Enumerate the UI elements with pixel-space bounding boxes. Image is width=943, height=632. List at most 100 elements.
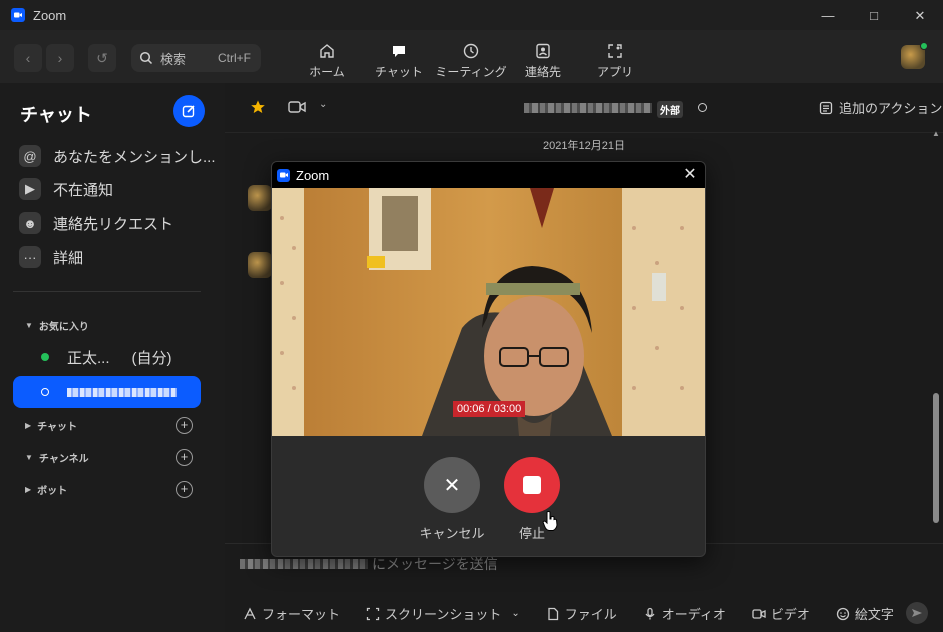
online-status-icon [41,353,49,361]
tool-label: 絵文字 [854,607,894,622]
window-title: Zoom [33,7,67,23]
profile-avatar[interactable] [901,42,928,69]
file-button[interactable]: ファイル [546,604,617,623]
tool-label: オーディオ [661,607,726,622]
section-favorites-label: お気に入り [38,321,89,333]
avatar[interactable] [248,252,272,278]
sidebar-item-label: 連絡先リクエスト [53,215,174,233]
at-icon: @ [19,145,41,167]
tab-chat-label: チャット [375,65,423,79]
maximize-button[interactable]: □ [851,0,897,31]
send-icon [912,609,922,617]
chat-icon [393,46,405,57]
video-call-icon[interactable] [288,100,306,114]
contacts-icon [536,43,550,59]
zoom-logo-icon [277,168,290,182]
hand-cursor-icon [542,511,558,531]
audio-button[interactable]: オーディオ [643,604,726,623]
screenshot-button[interactable]: スクリーンショット ⌄ [366,604,520,623]
section-channel-label: チャンネル [38,453,89,465]
compose-toolbar: フォーマット スクリーンショット ⌄ ファイル オーディオ ビデオ 絵文字 [243,604,920,623]
avatar[interactable] [248,185,272,211]
close-window-button[interactable]: ✕ [897,0,943,31]
sidebar-item-mentions[interactable]: @ あなたをメンションし... [19,142,216,170]
contact-name: 正太... [67,349,110,367]
section-bot[interactable]: ▶ ボット [25,479,67,499]
video-button[interactable]: ビデオ [752,604,810,623]
new-chat-button[interactable] [173,95,205,127]
tab-home[interactable]: ホーム [289,37,365,81]
tab-apps-label: アプリ [596,65,633,79]
history-button[interactable]: ↺ [88,44,116,72]
section-chat[interactable]: ▶ チャット [25,415,77,435]
video-icon [752,608,766,619]
chevron-down-icon[interactable]: ⌄ [319,99,327,110]
format-icon [244,607,256,619]
offline-status-icon [41,388,49,396]
add-action-button[interactable]: 追加のアクション [819,98,942,117]
scroll-up-icon: ▲ [932,129,940,138]
clock-icon [463,43,479,59]
add-action-label: 追加のアクション [839,101,943,116]
tab-home-label: ホーム [309,65,345,79]
close-icon: ✕ [443,474,461,497]
camera-preview: 00:06 / 03:00 [272,188,705,436]
video-missed-icon: ▶ [19,178,41,200]
chat-header: ⌄ 外部 追加のアクション [225,83,943,133]
sidebar-item-more[interactable]: ··· 詳細 [19,243,83,271]
top-toolbar: ‹ › ↺ 検索 Ctrl+F ホーム チャット ミーティング 連絡先 アプリ [0,31,943,83]
tab-meetings[interactable]: ミーティング [433,37,509,81]
action-list-icon [819,101,833,114]
dialog-title: Zoom [296,167,330,183]
mic-icon [645,607,655,619]
dialog-titlebar: Zoom ✕ [272,162,705,188]
sidebar-divider [13,291,201,292]
section-favorites[interactable]: ▼ お気に入り [25,315,89,335]
contact-self[interactable]: 正太... (自分) [13,341,201,373]
tab-contacts-label: 連絡先 [524,65,561,79]
contact-suffix: (自分) [131,349,172,367]
chevron-right-icon: › [57,50,63,66]
back-button[interactable]: ‹ [14,44,42,72]
recording-timer: 00:06 / 03:00 [453,401,526,417]
message-input-placeholder: にメッセージを送信 [372,556,498,572]
camera-preview-image [272,188,705,436]
sidebar-title: チャット [20,105,92,125]
contact-name-redacted [67,387,177,397]
chevron-down-icon[interactable]: ⌄ [511,608,519,619]
tool-label: スクリーンショット [385,607,502,622]
chat-scrollbar[interactable]: ▲ [932,129,940,523]
add-chat-button[interactable]: + [176,417,193,434]
apps-icon [608,44,622,58]
stop-recording-button[interactable] [504,457,560,513]
stop-label: 停止 [518,526,545,541]
add-channel-button[interactable]: + [176,449,193,466]
star-icon[interactable] [250,99,266,115]
cancel-recording-button[interactable]: ✕ [424,457,480,513]
emoji-button[interactable]: 絵文字 [836,604,894,623]
screenshot-icon [366,607,380,620]
search-input[interactable]: 検索 Ctrl+F [131,44,261,72]
minimize-button[interactable]: — [805,0,851,31]
forward-button[interactable]: › [46,44,74,72]
emoji-icon [836,607,850,620]
format-button[interactable]: フォーマット [243,604,340,623]
dialog-close-button[interactable]: ✕ [681,166,699,184]
tab-apps[interactable]: アプリ [577,37,653,81]
section-channel[interactable]: ▼ チャンネル [25,447,89,467]
message-input[interactable]: にメッセージを送信 [240,554,498,574]
file-icon [548,607,558,620]
send-button[interactable] [906,602,928,624]
section-chat-label: チャット [37,421,78,433]
compose-icon [182,105,195,118]
tool-label: ビデオ [770,607,810,622]
window-titlebar: Zoom — □ ✕ [0,0,943,31]
tab-contacts[interactable]: 連絡先 [505,37,581,81]
contact-selected[interactable] [13,376,201,408]
add-bot-button[interactable]: + [176,481,193,498]
tab-chat[interactable]: チャット [361,37,437,81]
sidebar-item-missed[interactable]: ▶ 不在通知 [19,175,113,203]
scrollbar-thumb[interactable] [933,393,939,523]
sidebar-item-contact-requests[interactable]: ☻ 連絡先リクエスト [19,209,173,237]
chat-sidebar: チャット @ あなたをメンションし... ▶ 不在通知 ☻ 連絡先リクエスト ·… [0,83,225,632]
